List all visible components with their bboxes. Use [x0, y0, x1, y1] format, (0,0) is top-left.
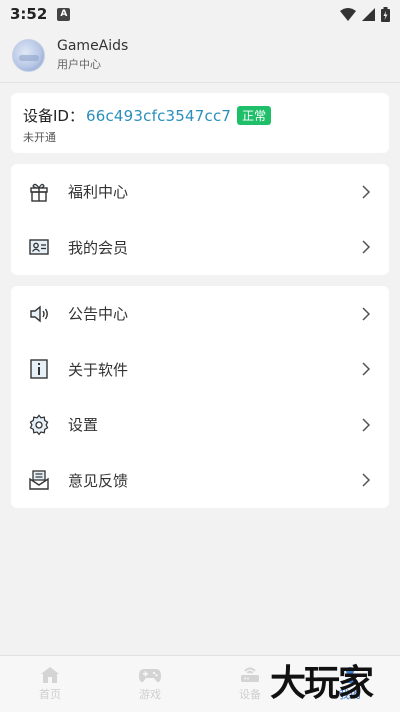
chevron-right-icon [359, 307, 373, 321]
menu-group-general: 公告中心 关于软件 设置 意见反馈 [11, 286, 389, 508]
tab-home[interactable]: 首页 [0, 656, 100, 712]
device-subscription-status: 未开通 [23, 131, 56, 144]
device-id-label: 设备ID： [23, 107, 84, 125]
header-subtitle: 用户中心 [57, 58, 101, 71]
menu-item-feedback[interactable]: 意见反馈 [11, 453, 389, 509]
chevron-right-icon [359, 473, 373, 487]
battery-icon [381, 6, 390, 22]
chevron-right-icon [359, 240, 373, 254]
info-icon [27, 357, 51, 381]
id-card-icon [27, 235, 51, 259]
device-card: 设备ID： 66c493cfc3547cc7 正常 未开通 [11, 93, 389, 153]
menu-item-welfare-center[interactable]: 福利中心 [11, 164, 389, 220]
speaker-icon [27, 302, 51, 326]
device-id-line: 设备ID： 66c493cfc3547cc7 正常 [23, 105, 377, 126]
notification-icon: A [57, 7, 71, 21]
router-icon [241, 667, 259, 682]
status-bar: 3:52 A [0, 0, 400, 28]
header-names: GameAids 用户中心 [57, 38, 128, 72]
menu-item-announcements[interactable]: 公告中心 [11, 286, 389, 342]
status-icons [340, 6, 390, 22]
chevron-right-icon [359, 418, 373, 432]
feedback-icon [27, 468, 51, 492]
signal-icon [362, 7, 375, 21]
tab-games[interactable]: 游戏 [100, 656, 200, 712]
status-time: 3:52 [10, 5, 48, 23]
device-id-value[interactable]: 66c493cfc3547cc7 [86, 107, 231, 125]
gift-icon [27, 180, 51, 204]
watermark-logo: 大玩家 [270, 660, 395, 708]
user-header[interactable]: GameAids 用户中心 [0, 28, 400, 83]
tab-label: 游戏 [139, 688, 161, 701]
gamepad-icon [139, 669, 161, 683]
menu-item-about[interactable]: 关于软件 [11, 342, 389, 398]
chevron-right-icon [359, 185, 373, 199]
menu-item-my-membership[interactable]: 我的会员 [11, 220, 389, 276]
menu-item-label: 设置 [68, 416, 99, 435]
tab-label: 设备 [239, 688, 261, 701]
gear-icon [27, 413, 51, 437]
app-name: GameAids [57, 38, 129, 54]
menu-item-label: 我的会员 [68, 238, 129, 257]
home-icon [41, 667, 59, 683]
status-badge: 正常 [237, 106, 272, 125]
menu-item-label: 福利中心 [68, 183, 129, 202]
menu-item-settings[interactable]: 设置 [11, 397, 389, 453]
chevron-right-icon [359, 362, 373, 376]
tab-label: 首页 [39, 688, 61, 701]
watermark-text: 大玩家 [270, 663, 374, 704]
menu-item-label: 公告中心 [68, 305, 129, 324]
menu-group-benefits: 福利中心 我的会员 [11, 164, 389, 275]
menu-item-label: 关于软件 [68, 360, 129, 379]
avatar[interactable] [12, 38, 45, 72]
menu-item-label: 意见反馈 [68, 471, 129, 490]
wifi-icon [340, 7, 356, 21]
